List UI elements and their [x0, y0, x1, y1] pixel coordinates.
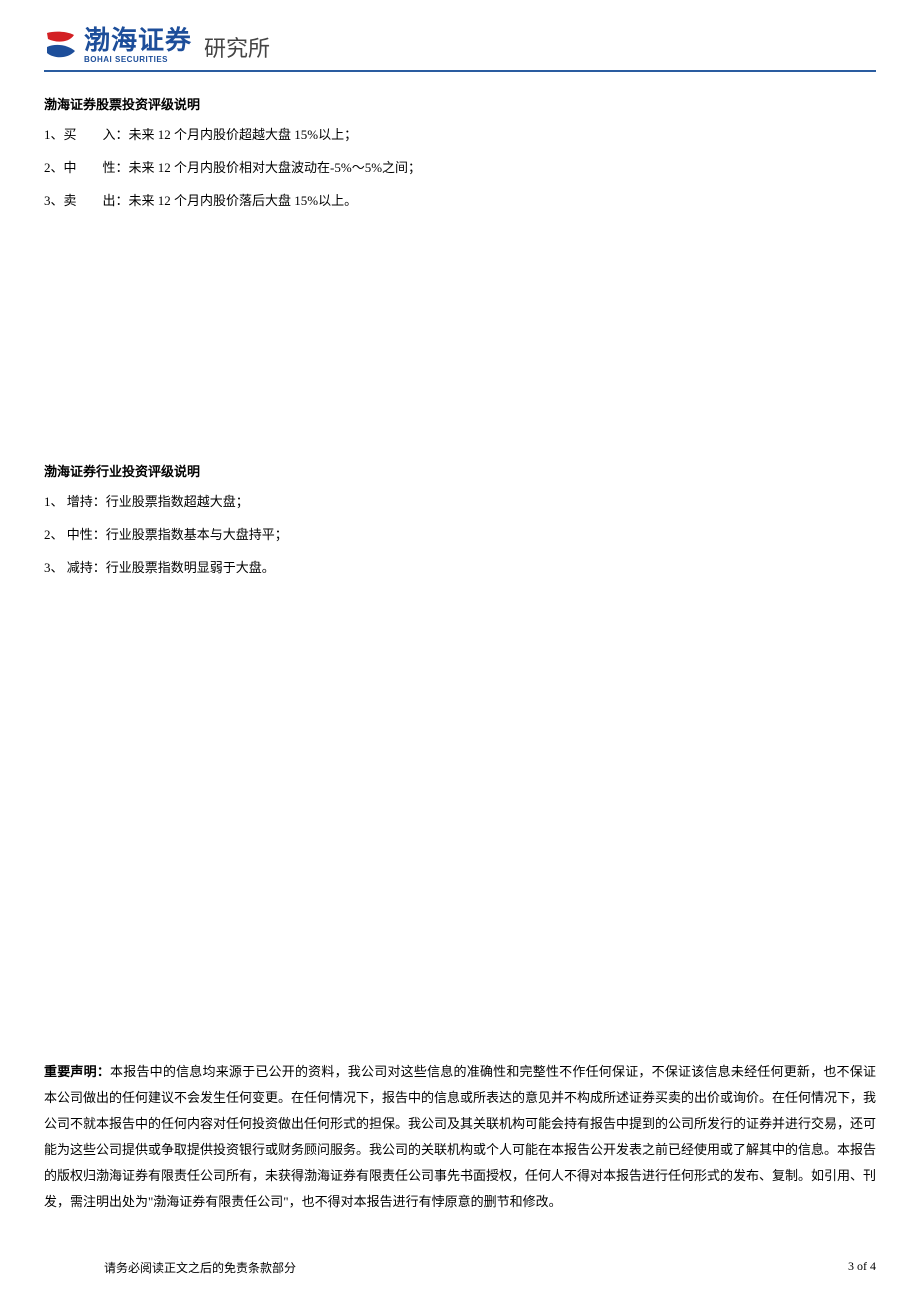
- rating-desc: 行业股票指数基本与大盘持平；: [106, 525, 288, 546]
- rating-item: 2、 中性： 行业股票指数基本与大盘持平；: [44, 525, 876, 546]
- logo-mark-icon: [44, 29, 78, 63]
- rating-desc: 行业股票指数明显弱于大盘。: [106, 558, 275, 579]
- disclaimer-title: 重要声明：: [44, 1064, 110, 1079]
- logo-text-en: BOHAI SECURITIES: [84, 56, 192, 64]
- disclaimer: 重要声明：本报告中的信息均来源于已公开的资料，我公司对这些信息的准确性和完整性不…: [44, 1059, 876, 1215]
- rating-item: 3、 减持： 行业股票指数明显弱于大盘。: [44, 558, 876, 579]
- rating-label: 减持：: [64, 558, 106, 579]
- rating-desc: 未来 12 个月内股价相对大盘波动在-5%～5%之间；: [129, 158, 422, 179]
- stock-rating-title: 渤海证券股票投资评级说明: [44, 94, 876, 113]
- rating-index: 1、: [44, 125, 64, 146]
- rating-desc: 未来 12 个月内股价超越大盘 15%以上；: [129, 125, 358, 146]
- rating-desc: 未来 12 个月内股价落后大盘 15%以上。: [129, 191, 358, 212]
- rating-label: 中性：: [64, 525, 106, 546]
- disclaimer-body: 本报告中的信息均来源于已公开的资料，我公司对这些信息的准确性和完整性不作任何保证…: [44, 1064, 876, 1209]
- logo-text-cn: 渤海证券: [84, 28, 192, 54]
- rating-item: 3、 卖 出： 未来 12 个月内股价落后大盘 15%以上。: [44, 191, 876, 212]
- rating-index: 2、: [44, 158, 64, 179]
- rating-index: 3、: [44, 558, 64, 579]
- industry-rating-section: 渤海证券行业投资评级说明 1、 增持： 行业股票指数超越大盘； 2、 中性： 行…: [44, 461, 876, 578]
- rating-label: 卖 出：: [64, 191, 129, 212]
- rating-item: 1、 买 入： 未来 12 个月内股价超越大盘 15%以上；: [44, 125, 876, 146]
- rating-index: 3、: [44, 191, 64, 212]
- logo-unit: 研究所: [204, 31, 270, 63]
- rating-item: 1、 增持： 行业股票指数超越大盘；: [44, 492, 876, 513]
- rating-desc: 行业股票指数超越大盘；: [106, 492, 249, 513]
- page-number: 3 of 4: [848, 1259, 876, 1276]
- rating-label: 增持：: [64, 492, 106, 513]
- page-header: 渤海证券 BOHAI SECURITIES 研究所: [44, 28, 876, 72]
- stock-rating-section: 渤海证券股票投资评级说明 1、 买 入： 未来 12 个月内股价超越大盘 15%…: [44, 94, 876, 211]
- industry-rating-title: 渤海证券行业投资评级说明: [44, 461, 876, 480]
- rating-index: 2、: [44, 525, 64, 546]
- rating-label: 中 性：: [64, 158, 129, 179]
- page-footer: 请务必阅读正文之后的免责条款部分 3 of 4: [44, 1259, 876, 1276]
- rating-item: 2、 中 性： 未来 12 个月内股价相对大盘波动在-5%～5%之间；: [44, 158, 876, 179]
- rating-index: 1、: [44, 492, 64, 513]
- footer-note: 请务必阅读正文之后的免责条款部分: [44, 1259, 296, 1276]
- rating-label: 买 入：: [64, 125, 129, 146]
- company-logo: 渤海证券 BOHAI SECURITIES 研究所: [44, 28, 270, 64]
